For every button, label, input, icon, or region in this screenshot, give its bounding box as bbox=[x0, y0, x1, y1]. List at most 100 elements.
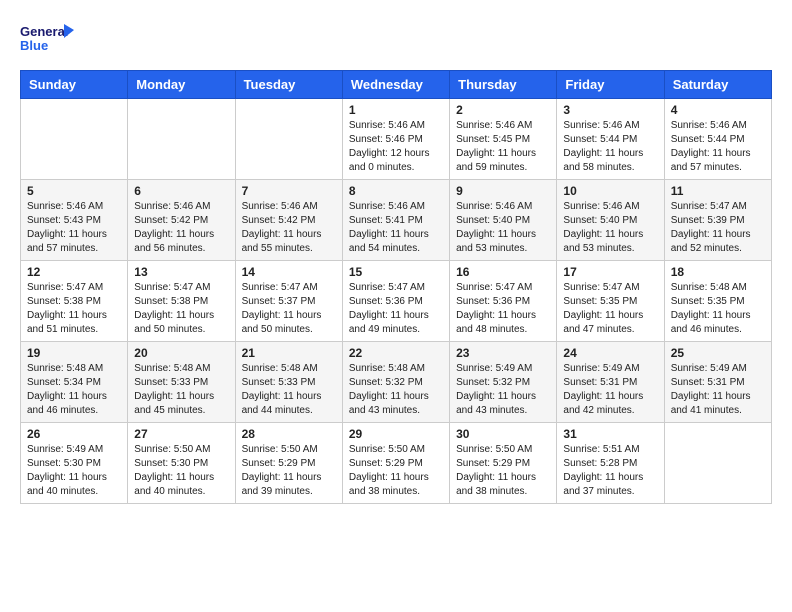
day-number: 18 bbox=[671, 265, 765, 279]
calendar-cell: 28 Sunrise: 5:50 AMSunset: 5:29 PMDayligh… bbox=[235, 423, 342, 504]
day-number: 2 bbox=[456, 103, 550, 117]
day-number: 25 bbox=[671, 346, 765, 360]
day-number: 3 bbox=[563, 103, 657, 117]
calendar-cell: 26 Sunrise: 5:49 AMSunset: 5:30 PMDayligh… bbox=[21, 423, 128, 504]
calendar-cell bbox=[21, 99, 128, 180]
day-info: Sunrise: 5:47 AMSunset: 5:37 PMDaylight:… bbox=[242, 281, 336, 337]
day-info: Sunrise: 5:49 AMSunset: 5:30 PMDaylight:… bbox=[27, 443, 121, 499]
day-number: 4 bbox=[671, 103, 765, 117]
day-number: 26 bbox=[27, 427, 121, 441]
calendar-cell: 9Sunrise: 5:46 AMSunset: 5:40 PMDaylight… bbox=[450, 180, 557, 261]
day-number: 11 bbox=[671, 184, 765, 198]
day-number: 22 bbox=[349, 346, 443, 360]
calendar-cell: 18 Sunrise: 5:48 AMSunset: 5:35 PMDayligh… bbox=[664, 261, 771, 342]
day-info: Sunrise: 5:50 AMSunset: 5:29 PMDaylight:… bbox=[456, 443, 550, 499]
day-info: Sunrise: 5:47 AMSunset: 5:39 PMDaylight:… bbox=[671, 200, 765, 256]
calendar-week-row: 19Sunrise: 5:48 AMSunset: 5:34 PMDayligh… bbox=[21, 342, 772, 423]
day-info: Sunrise: 5:46 AMSunset: 5:43 PMDaylight:… bbox=[27, 200, 121, 256]
day-number: 16 bbox=[456, 265, 550, 279]
logo: General Blue bbox=[20, 20, 75, 60]
calendar-week-row: 12 Sunrise: 5:47 AMSunset: 5:38 PMDayligh… bbox=[21, 261, 772, 342]
calendar-cell: 30 Sunrise: 5:50 AMSunset: 5:29 PMDayligh… bbox=[450, 423, 557, 504]
svg-text:Blue: Blue bbox=[20, 38, 48, 53]
calendar-cell: 4Sunrise: 5:46 AMSunset: 5:44 PMDaylight… bbox=[664, 99, 771, 180]
day-info: Sunrise: 5:46 AMSunset: 5:42 PMDaylight:… bbox=[242, 200, 336, 256]
day-info: Sunrise: 5:46 AMSunset: 5:46 PMDaylight:… bbox=[349, 119, 443, 175]
day-info: Sunrise: 5:49 AMSunset: 5:31 PMDaylight:… bbox=[563, 362, 657, 418]
day-number: 28 bbox=[242, 427, 336, 441]
calendar-cell: 2 Sunrise: 5:46 AMSunset: 5:45 PMDaylight… bbox=[450, 99, 557, 180]
weekday-header: Wednesday bbox=[342, 71, 449, 99]
calendar-cell: 8Sunrise: 5:46 AMSunset: 5:41 PMDaylight… bbox=[342, 180, 449, 261]
calendar-cell: 25Sunrise: 5:49 AMSunset: 5:31 PMDayligh… bbox=[664, 342, 771, 423]
day-number: 30 bbox=[456, 427, 550, 441]
day-number: 27 bbox=[134, 427, 228, 441]
page-header: General Blue bbox=[20, 20, 772, 60]
calendar-cell: 24 Sunrise: 5:49 AMSunset: 5:31 PMDayligh… bbox=[557, 342, 664, 423]
day-info: Sunrise: 5:51 AMSunset: 5:28 PMDaylight:… bbox=[563, 443, 657, 499]
calendar-cell: 17 Sunrise: 5:47 AMSunset: 5:35 PMDayligh… bbox=[557, 261, 664, 342]
weekday-header: Tuesday bbox=[235, 71, 342, 99]
day-number: 10 bbox=[563, 184, 657, 198]
day-number: 24 bbox=[563, 346, 657, 360]
day-number: 1 bbox=[349, 103, 443, 117]
day-number: 14 bbox=[242, 265, 336, 279]
day-info: Sunrise: 5:46 AMSunset: 5:45 PMDaylight:… bbox=[456, 119, 550, 175]
calendar-cell bbox=[128, 99, 235, 180]
day-info: Sunrise: 5:46 AMSunset: 5:44 PMDaylight:… bbox=[563, 119, 657, 175]
day-info: Sunrise: 5:46 AMSunset: 5:40 PMDaylight:… bbox=[456, 200, 550, 256]
weekday-header: Friday bbox=[557, 71, 664, 99]
weekday-header: Thursday bbox=[450, 71, 557, 99]
calendar-cell: 5Sunrise: 5:46 AMSunset: 5:43 PMDaylight… bbox=[21, 180, 128, 261]
calendar-cell: 23 Sunrise: 5:49 AMSunset: 5:32 PMDayligh… bbox=[450, 342, 557, 423]
weekday-header: Sunday bbox=[21, 71, 128, 99]
weekday-header: Monday bbox=[128, 71, 235, 99]
calendar-cell: 15 Sunrise: 5:47 AMSunset: 5:36 PMDayligh… bbox=[342, 261, 449, 342]
day-info: Sunrise: 5:47 AMSunset: 5:38 PMDaylight:… bbox=[27, 281, 121, 337]
weekday-header: Saturday bbox=[664, 71, 771, 99]
calendar-cell: 31 Sunrise: 5:51 AMSunset: 5:28 PMDayligh… bbox=[557, 423, 664, 504]
calendar-cell: 14 Sunrise: 5:47 AMSunset: 5:37 PMDayligh… bbox=[235, 261, 342, 342]
day-number: 23 bbox=[456, 346, 550, 360]
day-info: Sunrise: 5:50 AMSunset: 5:29 PMDaylight:… bbox=[349, 443, 443, 499]
day-number: 29 bbox=[349, 427, 443, 441]
calendar-cell: 16 Sunrise: 5:47 AMSunset: 5:36 PMDayligh… bbox=[450, 261, 557, 342]
day-info: Sunrise: 5:50 AMSunset: 5:29 PMDaylight:… bbox=[242, 443, 336, 499]
calendar-cell: 21Sunrise: 5:48 AMSunset: 5:33 PMDayligh… bbox=[235, 342, 342, 423]
calendar-cell: 13Sunrise: 5:47 AMSunset: 5:38 PMDayligh… bbox=[128, 261, 235, 342]
calendar-week-row: 5Sunrise: 5:46 AMSunset: 5:43 PMDaylight… bbox=[21, 180, 772, 261]
day-info: Sunrise: 5:49 AMSunset: 5:32 PMDaylight:… bbox=[456, 362, 550, 418]
day-info: Sunrise: 5:46 AMSunset: 5:42 PMDaylight:… bbox=[134, 200, 228, 256]
day-info: Sunrise: 5:48 AMSunset: 5:32 PMDaylight:… bbox=[349, 362, 443, 418]
day-number: 7 bbox=[242, 184, 336, 198]
day-number: 12 bbox=[27, 265, 121, 279]
logo-svg: General Blue bbox=[20, 20, 75, 60]
day-info: Sunrise: 5:46 AMSunset: 5:40 PMDaylight:… bbox=[563, 200, 657, 256]
calendar-cell: 27 Sunrise: 5:50 AMSunset: 5:30 PMDayligh… bbox=[128, 423, 235, 504]
calendar-cell: 22 Sunrise: 5:48 AMSunset: 5:32 PMDayligh… bbox=[342, 342, 449, 423]
calendar-cell: 12 Sunrise: 5:47 AMSunset: 5:38 PMDayligh… bbox=[21, 261, 128, 342]
calendar-week-row: 1 Sunrise: 5:46 AMSunset: 5:46 PMDaylight… bbox=[21, 99, 772, 180]
calendar-cell: 1 Sunrise: 5:46 AMSunset: 5:46 PMDaylight… bbox=[342, 99, 449, 180]
day-number: 21 bbox=[242, 346, 336, 360]
day-number: 31 bbox=[563, 427, 657, 441]
day-info: Sunrise: 5:48 AMSunset: 5:35 PMDaylight:… bbox=[671, 281, 765, 337]
calendar-cell: 19Sunrise: 5:48 AMSunset: 5:34 PMDayligh… bbox=[21, 342, 128, 423]
day-info: Sunrise: 5:47 AMSunset: 5:35 PMDaylight:… bbox=[563, 281, 657, 337]
calendar-cell: 11 Sunrise: 5:47 AMSunset: 5:39 PMDayligh… bbox=[664, 180, 771, 261]
day-info: Sunrise: 5:48 AMSunset: 5:33 PMDaylight:… bbox=[134, 362, 228, 418]
day-number: 6 bbox=[134, 184, 228, 198]
day-info: Sunrise: 5:47 AMSunset: 5:36 PMDaylight:… bbox=[456, 281, 550, 337]
calendar-cell: 20 Sunrise: 5:48 AMSunset: 5:33 PMDayligh… bbox=[128, 342, 235, 423]
day-number: 19 bbox=[27, 346, 121, 360]
day-number: 17 bbox=[563, 265, 657, 279]
calendar-cell: 29 Sunrise: 5:50 AMSunset: 5:29 PMDayligh… bbox=[342, 423, 449, 504]
day-info: Sunrise: 5:47 AMSunset: 5:36 PMDaylight:… bbox=[349, 281, 443, 337]
day-info: Sunrise: 5:46 AMSunset: 5:41 PMDaylight:… bbox=[349, 200, 443, 256]
day-number: 20 bbox=[134, 346, 228, 360]
day-info: Sunrise: 5:50 AMSunset: 5:30 PMDaylight:… bbox=[134, 443, 228, 499]
calendar-cell: 6 Sunrise: 5:46 AMSunset: 5:42 PMDaylight… bbox=[128, 180, 235, 261]
svg-text:General: General bbox=[20, 24, 68, 39]
calendar-week-row: 26 Sunrise: 5:49 AMSunset: 5:30 PMDayligh… bbox=[21, 423, 772, 504]
day-number: 15 bbox=[349, 265, 443, 279]
